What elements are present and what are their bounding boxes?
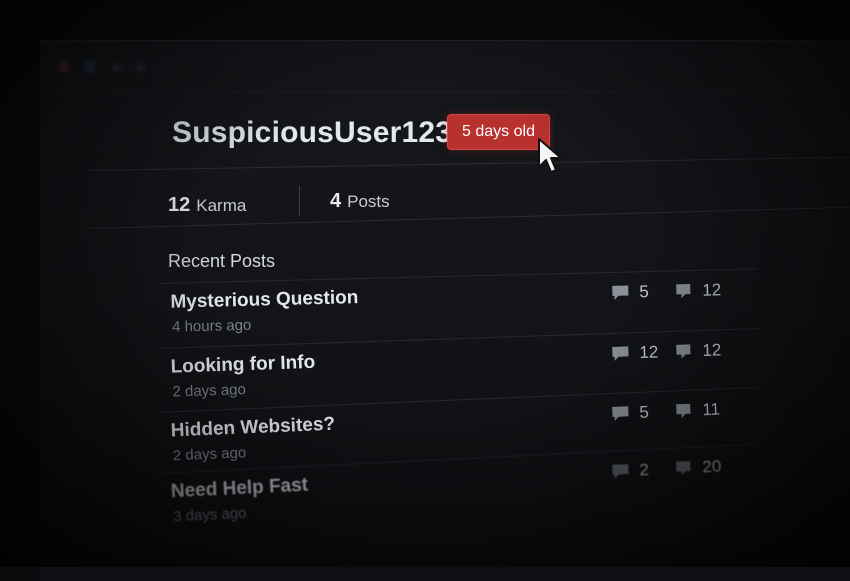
karma-stat: 12 Karma [168,194,246,217]
vote-count-value: 20 [701,456,722,477]
close-window-icon[interactable] [58,61,70,73]
karma-label: Karma [196,196,247,215]
vote-count-value: 12 [702,340,722,360]
mouse-pointer-icon [538,138,562,173]
post-timestamp: 2 days ago [172,444,247,465]
vote-icon [676,460,691,476]
vote-icon [676,403,691,419]
posts-stat[interactable]: 4 Posts [330,190,390,213]
account-age-badge[interactable]: 5 days old [447,114,550,150]
back-icon[interactable] [112,63,121,72]
post-timestamp: 4 hours ago [171,316,252,336]
vote-count-value: 11 [701,399,721,420]
vote-count: 12 [673,280,721,301]
comment-count-value: 12 [639,342,659,363]
vote-count: 11 [673,399,720,421]
post-timestamp: 2 days ago [172,381,247,401]
comment-count-value: 5 [639,282,650,302]
vote-icon [676,344,691,359]
post-title[interactable]: Mysterious Question [170,287,358,314]
window-titlebar [40,41,850,92]
comment-count: 5 [610,402,649,424]
karma-value: 12 [168,194,191,216]
vote-count: 20 [673,456,722,478]
comment-count-value: 5 [639,402,650,422]
profile-username: SuspiciousUser123 [172,116,453,149]
comment-count: 2 [610,460,649,482]
minimize-window-icon[interactable] [84,61,96,73]
comment-icon [612,285,629,300]
comment-icon [612,464,629,479]
comment-count: 5 [610,282,649,303]
comment-icon [612,406,629,421]
comment-count: 12 [610,342,659,364]
stats-divider [299,186,300,216]
comment-count-value: 2 [638,460,650,480]
post-title[interactable]: Looking for Info [170,352,315,379]
forward-icon[interactable] [136,63,145,72]
post-title[interactable]: Need Help Fast [170,475,308,504]
comment-icon [612,346,629,361]
posts-label: Posts [347,192,390,211]
recent-posts-heading: Recent Posts [168,251,276,271]
posts-value: 4 [330,190,342,212]
vote-icon [676,283,691,299]
post-title[interactable]: Hidden Websites? [170,414,335,443]
post-timestamp: 3 days ago [172,504,247,526]
vote-count: 12 [673,340,722,362]
vote-count-value: 12 [702,280,722,300]
